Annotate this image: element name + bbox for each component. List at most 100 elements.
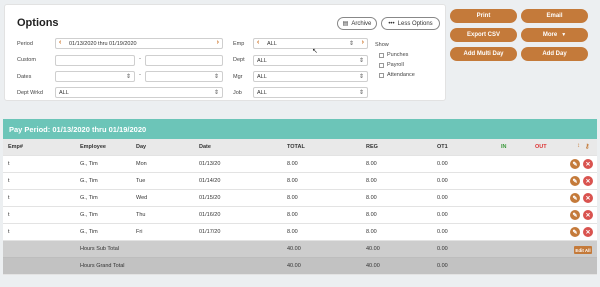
archive-button[interactable]: ▤ Archive bbox=[337, 17, 377, 30]
col-total: TOTAL bbox=[287, 144, 305, 150]
employee-cell: G., Tim bbox=[80, 229, 98, 235]
custom-end-input[interactable] bbox=[145, 55, 223, 66]
dept-select[interactable]: ALL ⇕ bbox=[253, 55, 368, 66]
delete-row-icon[interactable]: ✕ bbox=[583, 176, 593, 186]
range-dash: - bbox=[139, 56, 141, 62]
email-button[interactable]: Email bbox=[521, 9, 588, 23]
ot1-cell: 0.00 bbox=[437, 229, 448, 235]
show-group: Show Punches Payroll Attendance bbox=[375, 42, 445, 79]
next-period-icon[interactable]: › bbox=[217, 39, 219, 46]
date-cell: 01/15/20 bbox=[199, 195, 221, 201]
ot1-cell: 0.00 bbox=[437, 178, 448, 184]
period-label: Period bbox=[17, 41, 33, 47]
grand-total-row: Hours Grand Total 40.00 40.00 0.00 bbox=[3, 258, 597, 275]
col-in: IN bbox=[501, 144, 507, 150]
options-title: Options bbox=[17, 17, 59, 29]
show-attendance-checkbox[interactable]: Attendance bbox=[379, 71, 445, 79]
day-cell: Fri bbox=[136, 229, 143, 235]
mgr-select[interactable]: ALL ⇕ bbox=[253, 71, 368, 82]
archive-icon: ▤ bbox=[342, 21, 349, 27]
updown-icon: ⇕ bbox=[213, 74, 219, 80]
employee-cell: G., Tim bbox=[80, 178, 98, 184]
grand-total-ot1: 0.00 bbox=[437, 263, 448, 269]
timecard-table: Emp# Employee Day Date TOTAL REG OT1 IN … bbox=[3, 139, 597, 275]
col-employee: Employee bbox=[80, 144, 106, 150]
edit-row-icon[interactable]: ✎ bbox=[570, 227, 580, 237]
dept-label: Dept bbox=[233, 57, 245, 63]
employee-cell: G., Tim bbox=[80, 195, 98, 201]
less-options-label: Less Options bbox=[397, 20, 433, 27]
dates-label: Dates bbox=[17, 74, 32, 80]
custom-label: Custom bbox=[17, 57, 36, 63]
delete-row-icon[interactable]: ✕ bbox=[583, 159, 593, 169]
edit-row-icon[interactable]: ✎ bbox=[570, 159, 580, 169]
total-cell: 8.00 bbox=[287, 229, 298, 235]
prev-period-icon[interactable]: ‹ bbox=[59, 39, 61, 46]
dept-wrkd-label: Dept Wrkd bbox=[17, 90, 43, 96]
col-ot1: OT1 bbox=[437, 144, 448, 150]
attendance-label: Attendance bbox=[387, 72, 415, 78]
updown-icon: ⇕ bbox=[358, 58, 364, 64]
table-header-row: Emp# Employee Day Date TOTAL REG OT1 IN … bbox=[3, 139, 597, 156]
day-cell: Tue bbox=[136, 178, 146, 184]
period-value: 01/13/2020 thru 01/19/2020 bbox=[69, 41, 137, 47]
less-options-button[interactable]: ••• Less Options bbox=[381, 17, 440, 30]
show-punches-checkbox[interactable]: Punches bbox=[379, 51, 445, 59]
sort-icon[interactable]: ↕ bbox=[577, 143, 580, 149]
export-csv-button[interactable]: Export CSV bbox=[450, 28, 517, 42]
checkbox-icon[interactable] bbox=[379, 62, 384, 68]
emp-cell: t bbox=[8, 212, 10, 218]
reg-cell: 8.00 bbox=[366, 229, 377, 235]
add-multi-day-button[interactable]: Add Multi Day bbox=[450, 47, 517, 61]
table-row: t G., Tim Fri 01/17/20 8.00 8.00 0.00 ✎ … bbox=[3, 224, 597, 241]
print-button[interactable]: Print bbox=[450, 9, 517, 23]
custom-start-input[interactable] bbox=[55, 55, 135, 66]
job-select[interactable]: ALL ⇕ bbox=[253, 87, 368, 98]
delete-row-icon[interactable]: ✕ bbox=[583, 210, 593, 220]
delete-row-icon[interactable]: ✕ bbox=[583, 193, 593, 203]
dept-value: ALL bbox=[257, 57, 267, 64]
dates-start-select[interactable]: ⇕ bbox=[55, 71, 135, 82]
grand-total-reg: 40.00 bbox=[366, 263, 380, 269]
edit-row-icon[interactable]: ✎ bbox=[570, 210, 580, 220]
mouse-cursor-icon: ↖ bbox=[312, 48, 318, 55]
emp-select[interactable]: ‹ ALL ⇕ › bbox=[253, 38, 368, 49]
emp-cell: t bbox=[8, 161, 10, 167]
col-out: OUT bbox=[535, 144, 547, 150]
delete-row-icon[interactable]: ✕ bbox=[583, 227, 593, 237]
subtotal-reg: 40.00 bbox=[366, 246, 380, 252]
next-emp-icon[interactable]: › bbox=[362, 39, 364, 46]
updown-icon: ⇕ bbox=[213, 90, 219, 96]
emp-cell: t bbox=[8, 195, 10, 201]
day-cell: Wed bbox=[136, 195, 148, 201]
reg-cell: 8.00 bbox=[366, 178, 377, 184]
show-payroll-checkbox[interactable]: Payroll bbox=[379, 61, 445, 69]
checkbox-icon[interactable] bbox=[379, 72, 384, 78]
dept-wrkd-value: ALL bbox=[59, 89, 69, 96]
employee-cell: G., Tim bbox=[80, 212, 98, 218]
ot1-cell: 0.00 bbox=[437, 212, 448, 218]
date-cell: 01/14/20 bbox=[199, 178, 221, 184]
more-button[interactable]: More ▼ bbox=[521, 28, 588, 42]
add-day-button[interactable]: Add Day bbox=[521, 47, 588, 61]
key-icon[interactable]: ⚷ bbox=[585, 143, 589, 150]
pay-period-header: Pay Period: 01/13/2020 thru 01/19/2020 bbox=[3, 119, 597, 139]
edit-row-icon[interactable]: ✎ bbox=[570, 176, 580, 186]
grand-total-total: 40.00 bbox=[287, 263, 301, 269]
period-select[interactable]: ‹ 01/13/2020 thru 01/19/2020 › bbox=[55, 38, 223, 49]
total-cell: 8.00 bbox=[287, 178, 298, 184]
subtotal-total: 40.00 bbox=[287, 246, 301, 252]
day-cell: Thu bbox=[136, 212, 146, 218]
edit-all-button[interactable]: Edit All bbox=[574, 246, 592, 254]
dates-end-select[interactable]: ⇕ bbox=[145, 71, 223, 82]
updown-icon: ⇕ bbox=[358, 74, 364, 80]
dept-wrkd-select[interactable]: ALL ⇕ bbox=[55, 87, 223, 98]
total-cell: 8.00 bbox=[287, 161, 298, 167]
prev-emp-icon[interactable]: ‹ bbox=[257, 39, 259, 46]
total-cell: 8.00 bbox=[287, 212, 298, 218]
edit-row-icon[interactable]: ✎ bbox=[570, 193, 580, 203]
date-cell: 01/16/20 bbox=[199, 212, 221, 218]
checkbox-icon[interactable] bbox=[379, 52, 384, 58]
ot1-cell: 0.00 bbox=[437, 161, 448, 167]
table-row: t G., Tim Tue 01/14/20 8.00 8.00 0.00 ✎ … bbox=[3, 173, 597, 190]
